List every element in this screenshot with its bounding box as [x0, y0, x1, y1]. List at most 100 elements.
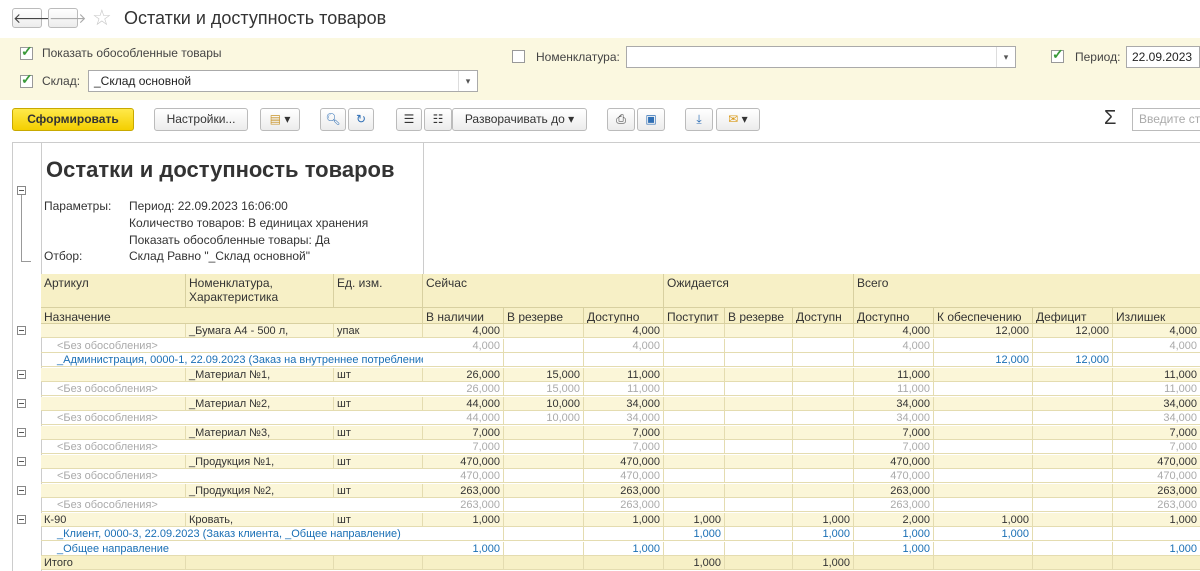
- table-row[interactable]: _Продукция №1, шт 470,000 470,000 470,000 470…: [41, 454, 1200, 469]
- table-row[interactable]: <Без обособления> 44,000 10,000 34,000 34,00…: [41, 411, 1200, 425]
- nomenclature-field[interactable]: ▾: [626, 46, 1016, 68]
- forward-button[interactable]: 🡒: [48, 8, 87, 28]
- table-row[interactable]: <Без обособления> 7,000 7,000 7,000 7,000: [41, 440, 1200, 454]
- total-row[interactable]: Итого 1,000 1,000: [41, 556, 1200, 570]
- cell-value: [934, 367, 1033, 382]
- cell-value: [664, 498, 725, 512]
- cell-value: [725, 440, 793, 454]
- cell-value: [1033, 469, 1113, 483]
- table-row[interactable]: <Без обособления> 470,000 470,000 470,000 47…: [41, 469, 1200, 483]
- cell-value: [1033, 338, 1113, 353]
- send-email-button[interactable]: ✉ ▾: [716, 108, 760, 131]
- cell-value: 4,000: [854, 338, 934, 353]
- save-button[interactable]: ⤓: [685, 108, 713, 131]
- settings-button[interactable]: Настройки...: [154, 108, 248, 131]
- variants-button[interactable]: ▤ ▾: [260, 108, 300, 131]
- cell-value: [934, 498, 1033, 512]
- warehouse-checkbox[interactable]: [20, 71, 33, 88]
- cell-value: [504, 483, 584, 498]
- preview-button[interactable]: ▣: [637, 108, 665, 131]
- collapse-toggle-header[interactable]: [17, 186, 26, 195]
- table-row[interactable]: _Продукция №2, шт 263,000 263,000 263,000 263…: [41, 483, 1200, 498]
- expand-all-button[interactable]: ☰: [396, 108, 422, 131]
- cell-nomenclature: _Продукция №2,: [186, 483, 334, 498]
- back-button[interactable]: 🡐: [12, 8, 51, 28]
- collapse-toggle[interactable]: [17, 456, 26, 466]
- cell-value: [725, 367, 793, 382]
- chevron-down-icon[interactable]: ▾: [458, 71, 477, 91]
- cell-value: [725, 512, 793, 527]
- cell-value: 12,000: [934, 324, 1033, 338]
- cell-value: [793, 396, 854, 411]
- find-next-button[interactable]: ↻: [348, 108, 374, 131]
- cell-unit: шт: [334, 512, 423, 527]
- warehouse-field[interactable]: _Склад основной ▾: [88, 70, 478, 92]
- nomenclature-checkbox[interactable]: [512, 50, 525, 63]
- table-row[interactable]: _Материал №2, шт 44,000 10,000 34,000 34,000 3…: [41, 396, 1200, 411]
- table-row[interactable]: <Без обособления> 26,000 15,000 11,000 11,00…: [41, 382, 1200, 396]
- arrow-right-icon: 🡒: [49, 10, 87, 26]
- cell-article: [41, 324, 186, 338]
- cell-article: [41, 454, 186, 469]
- chevron-down-icon[interactable]: ▾: [996, 47, 1015, 67]
- cell-value: [725, 411, 793, 425]
- cell-value: 4,000: [584, 324, 664, 338]
- collapse-toggle[interactable]: [17, 427, 26, 437]
- table-row[interactable]: <Без обособления> 263,000 263,000 263,000 26…: [41, 498, 1200, 512]
- cell-unit: шт: [334, 425, 423, 440]
- cell-article: [41, 483, 186, 498]
- cell-value: 1,000: [664, 556, 725, 570]
- cell-value: 1,000: [934, 512, 1033, 527]
- cell-article: [41, 367, 186, 382]
- cell-value: [934, 556, 1033, 570]
- search-icon: 🔍︎: [325, 112, 341, 126]
- generate-button[interactable]: Сформировать: [12, 108, 134, 131]
- cell-value: [504, 469, 584, 483]
- cell-value: [793, 411, 854, 425]
- period-checkbox[interactable]: [1051, 46, 1064, 63]
- table-row[interactable]: _Материал №3, шт 7,000 7,000 7,000 7,000: [41, 425, 1200, 440]
- period-field[interactable]: 22.09.2023: [1126, 46, 1200, 68]
- cell-value: 34,000: [1113, 397, 1200, 411]
- cell-value: [934, 382, 1033, 396]
- cell-value: [504, 541, 584, 556]
- cell-value: [725, 483, 793, 498]
- cell-value: [725, 541, 793, 556]
- warehouse-label: Склад:: [42, 74, 81, 88]
- cell-nomenclature: _Материал №3,: [186, 425, 334, 440]
- collapse-toggle[interactable]: [17, 369, 26, 379]
- cell-value: [584, 527, 664, 541]
- collapse-all-button[interactable]: ☷: [424, 108, 452, 131]
- cell-value: [1033, 483, 1113, 498]
- table-row[interactable]: _Общее направление 1,000 1,000 1,000 1,000: [41, 541, 1200, 556]
- print-button[interactable]: ⎙: [607, 108, 635, 131]
- table-row[interactable]: <Без обособления> 4,000 4,000 4,000 4,000: [41, 338, 1200, 353]
- collapse-toggle[interactable]: [17, 398, 26, 408]
- show-separate-checkbox[interactable]: [20, 43, 33, 60]
- table-row[interactable]: _Материал №1, шт 26,000 15,000 11,000 11,000 1…: [41, 367, 1200, 382]
- cell-value: 1,000: [854, 541, 934, 556]
- cell-value: 1,000: [1113, 513, 1200, 527]
- sum-icon[interactable]: Σ: [1104, 107, 1116, 130]
- cell-value: [725, 338, 793, 353]
- table-row[interactable]: _Клиент, 0000-3, 22.09.2023 (Заказ клиен…: [41, 527, 1200, 541]
- expand-to-button[interactable]: Разворачивать до ▾: [452, 108, 587, 131]
- collapse-toggle[interactable]: [17, 514, 26, 524]
- cell-value: 44,000: [423, 411, 504, 425]
- find-button[interactable]: 🔍︎: [320, 108, 346, 131]
- cell-value: 4,000: [584, 338, 664, 353]
- table-row[interactable]: _Администрация, 0000-1, 22.09.2023 (Зака…: [41, 353, 1200, 367]
- table-row[interactable]: _Бумага А4 - 500 л, упак 4,000 4,000 4,000 12…: [41, 324, 1200, 338]
- favorite-star-icon[interactable]: ☆: [92, 5, 112, 31]
- col-deficit: Дефицит: [1033, 308, 1113, 324]
- cell-value: 7,000: [423, 440, 504, 454]
- warehouse-value: _Склад основной: [94, 74, 192, 88]
- table-row[interactable]: К-90 Кровать, шт 1,000 1,000 1,000 1,000 2,000 1…: [41, 512, 1200, 527]
- collapse-toggle[interactable]: [17, 326, 26, 335]
- col-tot-available: Доступно: [854, 308, 934, 324]
- cell-value: 7,000: [854, 425, 934, 440]
- collapse-toggle[interactable]: [17, 485, 26, 495]
- search-input[interactable]: Введите строку поиска: [1132, 108, 1200, 131]
- cell-value: 4,000: [854, 324, 934, 338]
- download-icon: ⤓: [696, 112, 702, 126]
